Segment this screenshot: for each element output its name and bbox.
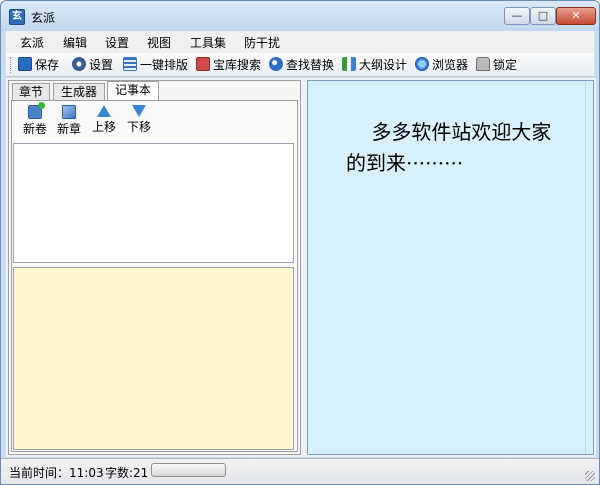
new-chapter-icon xyxy=(62,105,76,119)
toolbar-grip[interactable] xyxy=(10,57,13,73)
window-title: 玄派 xyxy=(31,11,56,25)
new-chapter-button[interactable]: 新章 xyxy=(54,105,84,139)
menu-edit[interactable]: 编辑 xyxy=(63,34,87,51)
editor-text[interactable]: 多多软件站欢迎大家的到来········· xyxy=(346,117,566,179)
lock-label: 锁定 xyxy=(493,58,518,72)
content-area: 章节 生成器 记事本 新卷 新章 上移 下移 多多软件站欢迎大家的到来·····… xyxy=(6,78,596,457)
move-down-button[interactable]: 下移 xyxy=(124,105,154,139)
move-up-icon xyxy=(97,105,111,117)
lock-icon xyxy=(476,57,490,71)
editor-scrollbar[interactable] xyxy=(585,81,593,454)
document-editor[interactable]: 多多软件站欢迎大家的到来········· xyxy=(307,80,594,455)
toolbar: 保存 设置 一键排版 宝库搜索 查找替换 大纲设计 浏览器 锁定 xyxy=(6,53,594,77)
save-label: 保存 xyxy=(35,58,60,72)
browser-icon xyxy=(415,57,429,71)
outline-design-label: 大纲设计 xyxy=(359,58,408,72)
auto-layout-label: 一键排版 xyxy=(140,58,189,72)
word-count: 字数:21 xyxy=(105,466,149,480)
tab-generator[interactable]: 生成器 xyxy=(53,83,105,101)
repository-icon xyxy=(196,57,210,71)
repository-search-button[interactable]: 宝库搜索 xyxy=(196,57,261,73)
menu-view[interactable]: 视图 xyxy=(147,34,171,51)
gear-icon xyxy=(72,57,86,71)
save-button[interactable]: 保存 xyxy=(18,57,59,73)
save-icon xyxy=(18,57,32,71)
notes-list[interactable] xyxy=(13,143,294,263)
maximize-button[interactable]: □ xyxy=(530,7,556,25)
move-down-label: 下移 xyxy=(126,120,151,134)
new-volume-button[interactable]: 新卷 xyxy=(20,102,50,139)
progress-bar xyxy=(151,463,226,477)
notepad-panel: 新卷 新章 上移 下移 xyxy=(11,100,298,452)
note-text-area[interactable] xyxy=(13,267,294,450)
menu-anti-distraction[interactable]: 防干扰 xyxy=(244,34,280,51)
status-bar: 当前时间：11:03 字数:21 xyxy=(1,458,599,484)
tab-notepad[interactable]: 记事本 xyxy=(107,81,159,101)
browser-label: 浏览器 xyxy=(432,58,469,72)
outline-icon xyxy=(342,57,356,71)
new-chapter-label: 新章 xyxy=(56,122,81,136)
current-time: 当前时间：11:03 xyxy=(9,466,104,480)
move-up-button[interactable]: 上移 xyxy=(89,105,119,139)
menu-xuanpai[interactable]: 玄派 xyxy=(20,34,44,51)
minimize-button[interactable]: — xyxy=(504,7,530,25)
move-up-label: 上移 xyxy=(91,120,116,134)
browser-button[interactable]: 浏览器 xyxy=(415,57,468,73)
menu-bar: 玄派 编辑 设置 视图 工具集 防干扰 xyxy=(6,31,594,53)
layout-icon xyxy=(123,57,137,71)
close-button[interactable]: ✕ xyxy=(556,7,596,25)
auto-layout-button[interactable]: 一键排版 xyxy=(123,57,188,73)
lock-button[interactable]: 锁定 xyxy=(476,57,517,73)
find-replace-icon xyxy=(269,57,283,71)
tab-chapters[interactable]: 章节 xyxy=(12,83,50,101)
left-panel: 章节 生成器 记事本 新卷 新章 上移 下移 xyxy=(8,80,301,455)
new-volume-icon xyxy=(28,102,45,119)
menu-toolset[interactable]: 工具集 xyxy=(190,34,226,51)
find-replace-button[interactable]: 查找替换 xyxy=(269,57,334,73)
settings-label: 设置 xyxy=(89,58,114,72)
find-replace-label: 查找替换 xyxy=(286,58,335,72)
outline-design-button[interactable]: 大纲设计 xyxy=(342,57,407,73)
app-icon: 玄 xyxy=(9,9,25,25)
move-down-icon xyxy=(132,105,146,117)
resize-grip[interactable] xyxy=(585,471,595,481)
main-window: 玄 玄派 — □ ✕ 玄派 编辑 设置 视图 工具集 防干扰 保存 设置 一键排… xyxy=(0,0,600,485)
new-volume-label: 新卷 xyxy=(22,122,47,136)
repository-search-label: 宝库搜索 xyxy=(213,58,262,72)
menu-settings[interactable]: 设置 xyxy=(105,34,129,51)
title-bar[interactable]: 玄 玄派 — □ ✕ xyxy=(1,1,599,31)
settings-button[interactable]: 设置 xyxy=(72,57,113,73)
